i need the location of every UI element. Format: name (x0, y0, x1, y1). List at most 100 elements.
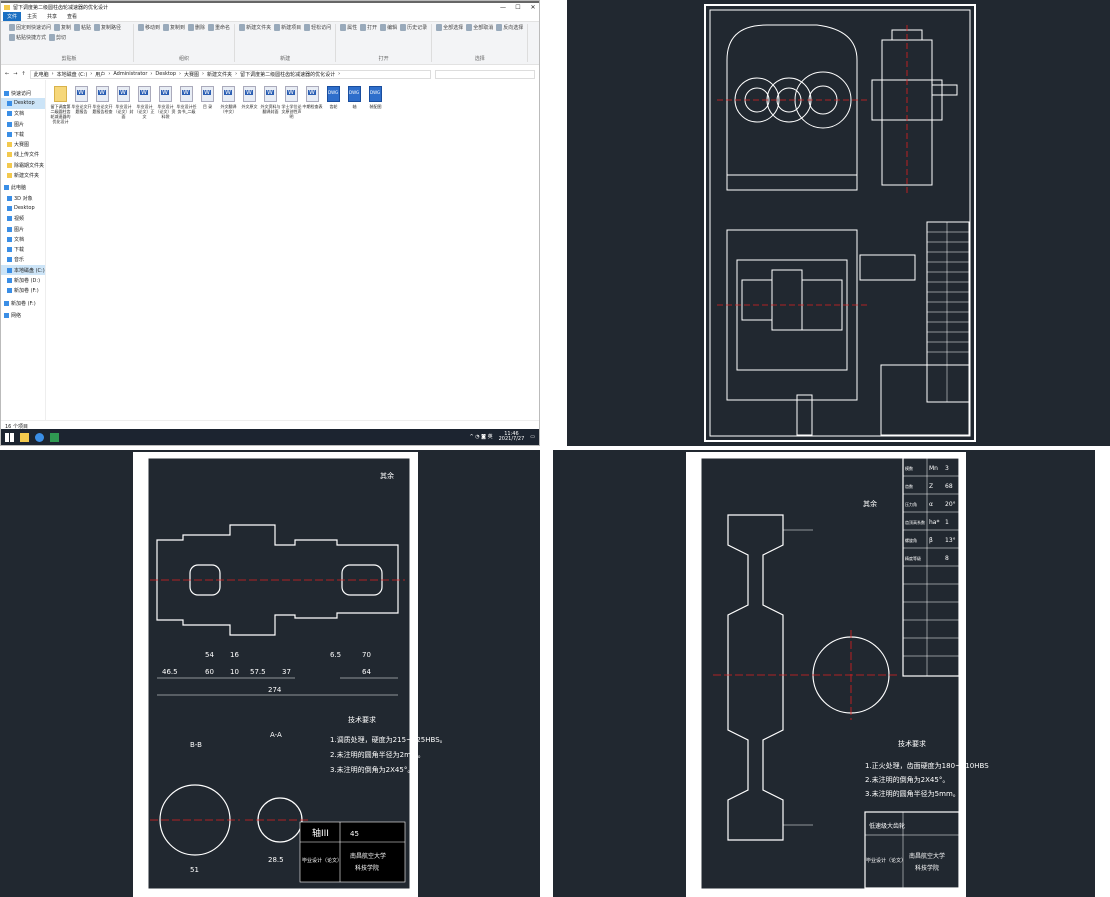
sidebar-item[interactable]: Desktop (1, 203, 45, 213)
up-icon[interactable]: ↑ (21, 71, 25, 77)
sidebar-item[interactable]: 新加卷 (D:) (1, 275, 45, 285)
file-item[interactable]: 毕业设计（论文）封面 (113, 86, 134, 124)
file-item[interactable]: 毕业设计任务书_二级 (176, 86, 197, 124)
file-item[interactable]: 毕业设计（论文）资料袋 (155, 86, 176, 124)
ribbon-button[interactable]: 固定到快速访问 (9, 24, 51, 31)
ribbon-button[interactable]: 全部取消 (466, 24, 493, 31)
tab-share[interactable]: 共享 (43, 12, 61, 21)
breadcrumb-item[interactable]: 用户 (95, 71, 105, 78)
breadcrumb-item[interactable]: 此电脑 (34, 71, 49, 78)
ribbon-button[interactable]: 删除 (188, 24, 205, 31)
sidebar-item[interactable]: 新加卷 (F:) (1, 286, 45, 296)
sidebar-item[interactable]: 下载 (1, 244, 45, 254)
gear-param-cell: 8 (945, 555, 949, 562)
note-line: 3.未注明的圆角半径为5mm。 (865, 789, 960, 798)
ribbon-button[interactable]: 编辑 (380, 24, 397, 31)
ribbon-button[interactable]: 重命名 (208, 24, 230, 31)
sidebar-item[interactable]: 文档 (1, 234, 45, 244)
sidebar-item[interactable]: 新加卷 (F:) (1, 298, 45, 308)
sidebar-item[interactable]: 文档 (1, 109, 45, 119)
sidebar-item[interactable]: 图片 (1, 224, 45, 234)
file-item[interactable]: 目 录 (197, 86, 218, 124)
ribbon-button[interactable]: 剪切 (49, 34, 66, 41)
sidebar-item-label: 3D 对象 (14, 195, 33, 202)
ribbon-button[interactable]: 历史记录 (400, 24, 427, 31)
sidebar-item[interactable]: 下载 (1, 129, 45, 139)
breadcrumb-item[interactable]: 本地磁盘 (C:) (57, 71, 88, 78)
sidebar-item[interactable]: 大赛图 (1, 139, 45, 149)
file-name: 毕业设计（论文）正文 (134, 104, 155, 119)
browser-taskbar-icon[interactable] (35, 432, 44, 442)
tab-file[interactable]: 文件 (3, 12, 22, 21)
sidebar-quick-access[interactable]: 快速访问 (1, 88, 45, 98)
ribbon-button[interactable]: 反向选择 (496, 24, 523, 31)
file-item[interactable]: 外文资料与翻译封面 (260, 86, 281, 124)
ribbon-button-icon (94, 24, 101, 31)
gear-param-cell: 1 (945, 519, 949, 526)
forward-icon[interactable]: → (13, 71, 17, 77)
tab-view[interactable]: 查看 (63, 12, 81, 21)
sidebar-item[interactable]: 除霜期文件夹 (1, 160, 45, 170)
file-item[interactable]: 外文翻译（中文） (218, 86, 239, 124)
sidebar-network[interactable]: 网络 (1, 310, 45, 320)
breadcrumb-item[interactable]: Desktop (155, 71, 176, 77)
sidebar-item[interactable]: 线上传文件 (1, 150, 45, 160)
breadcrumb[interactable]: 此电脑 › 本地磁盘 (C:) › 用户 › Administrator › Desktop › 大… (29, 69, 431, 79)
file-item[interactable]: 装配图 (365, 86, 386, 124)
sidebar-item[interactable]: 音乐 (1, 255, 45, 265)
sidebar-this-pc[interactable]: 此电脑 (1, 183, 45, 193)
tab-home[interactable]: 主页 (23, 12, 41, 21)
ribbon-button[interactable]: 移动到 (138, 24, 160, 31)
ribbon-button[interactable]: 复制到 (163, 24, 185, 31)
file-item[interactable]: 轴 (344, 86, 365, 124)
back-icon[interactable]: ← (5, 71, 9, 77)
file-item[interactable]: 留下调度第二级圆柱齿轮减速器的优化设计 (50, 86, 71, 124)
ribbon-button[interactable]: 打开 (360, 24, 377, 31)
breadcrumb-item[interactable]: 新建文件夹 (207, 71, 232, 78)
maximize-button[interactable]: ☐ (512, 4, 524, 11)
note-line: 1.调质处理，硬度为215~225HBS。 (330, 735, 447, 744)
sidebar-item[interactable]: 3D 对象 (1, 193, 45, 203)
ribbon-button[interactable]: 属性 (340, 24, 357, 31)
ribbon-button-label: 编辑 (387, 25, 398, 31)
sidebar-item[interactable]: 本地磁盘 (C:) (1, 265, 45, 276)
ribbon-button-label: 剪切 (56, 35, 67, 41)
sidebar-item[interactable]: 视频 (1, 214, 45, 224)
spreadsheet-taskbar-icon[interactable] (50, 432, 59, 442)
file-item[interactable]: 毕业论文开题报告 (71, 86, 92, 124)
ribbon-button[interactable]: 粘贴快捷方式 (9, 34, 46, 41)
close-button[interactable]: ✕ (527, 4, 539, 11)
minimize-button[interactable]: — (497, 4, 509, 11)
search-input[interactable] (435, 69, 535, 79)
file-item[interactable]: 毕业论文开题报告检查 (92, 86, 113, 124)
sidebar-item[interactable]: Desktop (1, 98, 45, 109)
ribbon-button[interactable]: 粘贴 (74, 24, 91, 31)
ribbon-button[interactable]: 新建项目 (274, 24, 301, 31)
sidebar-item-label: 文档 (14, 111, 25, 118)
sidebar-item[interactable]: 图片 (1, 119, 45, 129)
file-item[interactable]: 毕业设计（论文）正文 (134, 86, 155, 124)
window-title: 留下调度第二级圆柱齿轮减速器的优化设计 (13, 5, 109, 11)
file-explorer-taskbar-icon[interactable] (20, 432, 29, 442)
navigation-pane: 快速访问 Desktop 文档 图片 下载 大赛图 线上传文件 除霜期文件夹 新建文件夹 此电脑 3… (1, 80, 46, 420)
file-explorer-window: 留下调度第二级圆柱齿轮减速器的优化设计 — ☐ ✕ 文件 主页 共享 查看 固定… (0, 0, 540, 446)
breadcrumb-item[interactable]: 大赛图 (184, 71, 199, 78)
breadcrumb-item[interactable]: Administrator (113, 71, 147, 77)
ribbon-button-icon (360, 24, 367, 31)
ribbon-button[interactable]: 复制路径 (94, 24, 121, 31)
ribbon-button[interactable]: 新建文件夹 (239, 24, 271, 31)
sidebar-item[interactable]: 新建文件夹 (1, 170, 45, 180)
file-item[interactable]: 外文原文 (239, 86, 260, 124)
ribbon-button[interactable]: 轻松访问 (304, 24, 331, 31)
notification-icon[interactable]: ▭ (530, 434, 535, 440)
windows-start-icon[interactable] (5, 432, 14, 442)
file-item[interactable]: 齿轮 (323, 86, 344, 124)
ribbon-button[interactable]: 复制 (54, 24, 71, 31)
file-item[interactable]: 中期检查表 (302, 86, 323, 124)
ribbon-button[interactable]: 全部选择 (436, 24, 463, 31)
folder-icon (7, 111, 12, 117)
tray-icons[interactable]: ^ ◔ ◙ 英 (469, 434, 492, 440)
clock[interactable]: 11:46 2021/7/27 (499, 432, 525, 442)
breadcrumb-item[interactable]: 留下调度第二级圆柱齿轮减速器的优化设计 (240, 71, 335, 78)
file-item[interactable]: 学士学位论文原创性声明 (281, 86, 302, 124)
